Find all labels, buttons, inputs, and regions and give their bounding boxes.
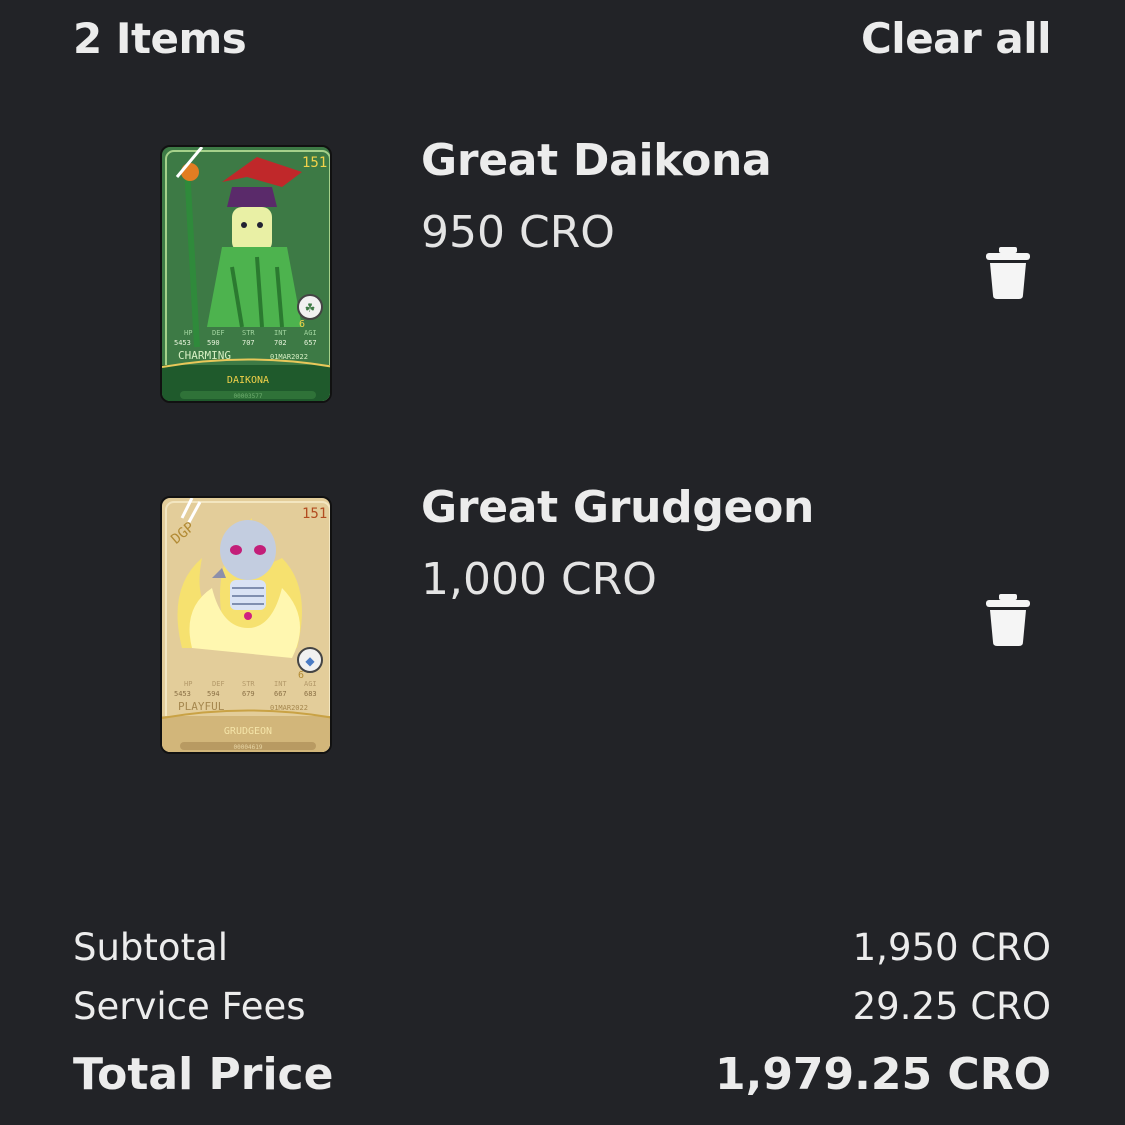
clear-all-button[interactable]: Clear all [861, 14, 1052, 63]
nft-card-image[interactable]: ☘ 151 6 HP DEF STR INT AGI 5453 590 707 … [160, 145, 332, 403]
svg-text:657: 657 [304, 339, 317, 347]
svg-text:☘: ☘ [305, 301, 316, 315]
total-price-label: Total Price [73, 1048, 334, 1100]
svg-text:707: 707 [242, 339, 255, 347]
svg-text:HP: HP [184, 329, 192, 337]
service-fees-value: 29.25 CRO [852, 984, 1051, 1028]
svg-text:DEF: DEF [212, 329, 225, 337]
cart-item: DGP 151 ◆ 6 HP DEF STR INT AGI 5453 594 … [0, 482, 1125, 772]
svg-text:00004619: 00004619 [234, 744, 263, 751]
daikona-artwork: ☘ 151 6 HP DEF STR INT AGI 5453 590 707 … [162, 147, 330, 401]
total-price-value: 1,979.25 CRO [714, 1048, 1051, 1100]
svg-text:INT: INT [274, 680, 287, 688]
svg-text:GRUDGEON: GRUDGEON [224, 726, 272, 737]
svg-text:683: 683 [304, 690, 317, 698]
svg-text:AGI: AGI [304, 329, 317, 337]
svg-text:5453: 5453 [174, 339, 191, 347]
trash-icon [986, 247, 1030, 299]
subtotal-label: Subtotal [73, 925, 229, 969]
cart-item: ☘ 151 6 HP DEF STR INT AGI 5453 590 707 … [0, 135, 1125, 425]
item-count: 2 Items [73, 13, 247, 63]
svg-text:151: 151 [302, 155, 327, 171]
svg-text:679: 679 [242, 690, 255, 698]
svg-text:667: 667 [274, 690, 287, 698]
subtotal-row: Subtotal 1,950 CRO [73, 920, 1051, 974]
nft-card-image[interactable]: DGP 151 ◆ 6 HP DEF STR INT AGI 5453 594 … [160, 496, 332, 754]
service-fees-row: Service Fees 29.25 CRO [73, 974, 1051, 1038]
service-fees-label: Service Fees [73, 984, 306, 1028]
svg-text:151: 151 [302, 506, 327, 522]
cart-header: 2 Items Clear all [73, 12, 1052, 64]
item-price: 1,000 CRO [421, 554, 657, 605]
svg-text:5453: 5453 [174, 690, 191, 698]
item-name[interactable]: Great Grudgeon [421, 482, 814, 533]
svg-text:INT: INT [274, 329, 287, 337]
svg-text:702: 702 [274, 339, 287, 347]
price-summary: Subtotal 1,950 CRO Service Fees 29.25 CR… [73, 920, 1051, 1110]
total-price-row: Total Price 1,979.25 CRO [73, 1038, 1051, 1110]
svg-text:◆: ◆ [305, 654, 315, 668]
svg-text:HP: HP [184, 680, 192, 688]
subtotal-value: 1,950 CRO [852, 925, 1051, 969]
svg-text:STR: STR [242, 680, 255, 688]
svg-text:DEF: DEF [212, 680, 225, 688]
trash-icon [986, 594, 1030, 646]
svg-text:DAIKONA: DAIKONA [227, 375, 269, 386]
svg-text:AGI: AGI [304, 680, 317, 688]
delete-item-button[interactable] [986, 594, 1030, 646]
svg-text:STR: STR [242, 329, 255, 337]
item-price: 950 CRO [421, 207, 615, 258]
grudgeon-artwork: DGP 151 ◆ 6 HP DEF STR INT AGI 5453 594 … [162, 498, 330, 752]
svg-text:00003577: 00003577 [234, 393, 263, 400]
svg-text:594: 594 [207, 690, 220, 698]
item-name[interactable]: Great Daikona [421, 135, 772, 186]
svg-text:590: 590 [207, 339, 220, 347]
delete-item-button[interactable] [986, 247, 1030, 299]
